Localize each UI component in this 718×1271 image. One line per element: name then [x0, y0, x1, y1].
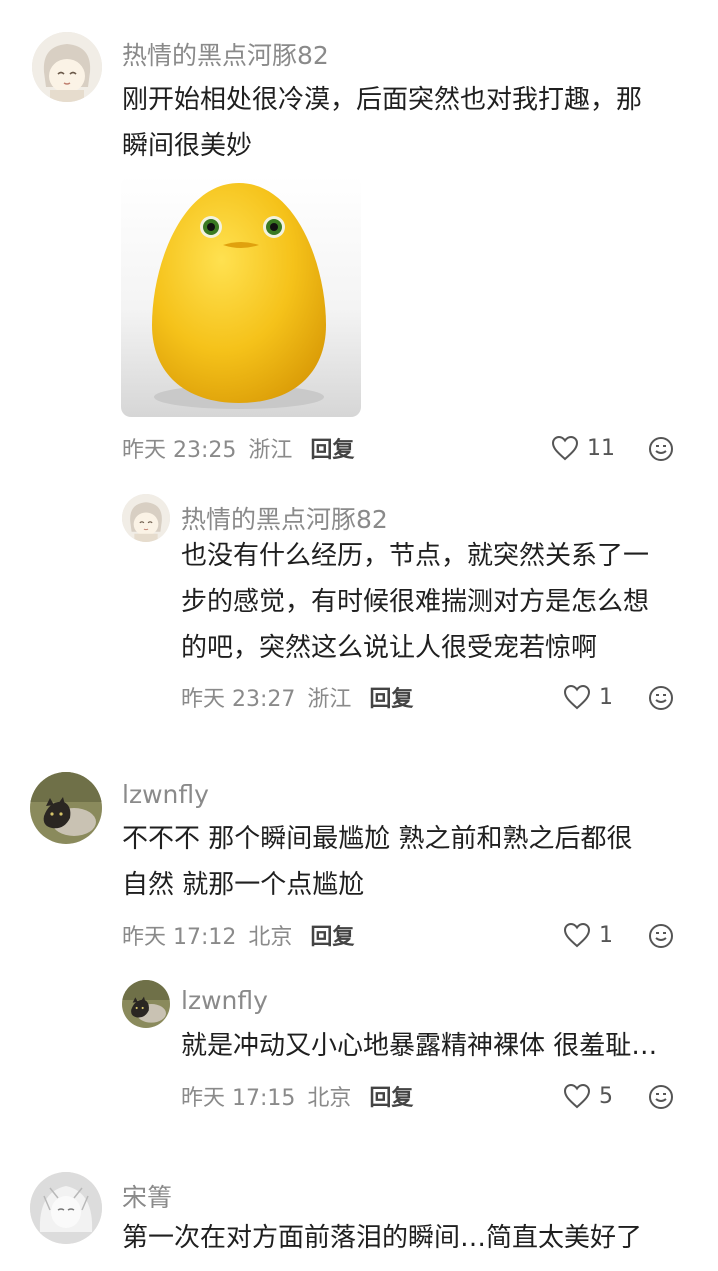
reply-text-line: 步的感觉，有时候很难揣测对方是怎么想 [181, 587, 650, 617]
reply-text: 也没有什么经历，节点，就突然关系了一 步的感觉，有时候很难揣测对方是怎么想 的吧… [181, 533, 701, 671]
avatar-image [32, 32, 102, 102]
heart-outline-icon [563, 922, 591, 948]
reply-text-line: 也没有什么经历，节点，就突然关系了一 [181, 541, 650, 571]
reply-button[interactable]: 回复 [310, 919, 354, 951]
username[interactable]: lzwnfly [122, 780, 209, 809]
like-count: 1 [599, 684, 613, 710]
username[interactable]: lzwnfly [181, 986, 268, 1015]
emoji-smile-icon [649, 1085, 673, 1109]
username[interactable]: 热情的黑点河豚82 [181, 500, 388, 536]
avatar[interactable] [30, 772, 102, 844]
username[interactable]: 热情的黑点河豚82 [122, 36, 329, 72]
emoji-smile-icon [649, 437, 673, 461]
comment-text: 刚开始相处很冷漠，后面突然也对我打趣，那 瞬间很美妙 [122, 77, 702, 169]
sticker-image[interactable] [121, 175, 361, 417]
reply-button[interactable]: 回复 [369, 1080, 413, 1112]
avatar-image [122, 494, 170, 542]
reply-button[interactable]: 回复 [369, 681, 413, 713]
like-button[interactable]: 1 [563, 682, 613, 712]
heart-outline-icon [551, 435, 579, 461]
like-button[interactable]: 1 [563, 920, 613, 950]
avatar-image [30, 1172, 102, 1244]
reply-location: 北京 [307, 1086, 352, 1111]
like-count: 1 [599, 922, 613, 948]
comment-text-line: 自然 就那一个点尴尬 [122, 870, 365, 900]
reply-time: 昨天 23:27 [181, 687, 296, 712]
comment-location: 北京 [248, 925, 293, 950]
like-count: 5 [599, 1083, 613, 1109]
like-button[interactable]: 11 [551, 433, 615, 463]
emoji-button[interactable] [648, 923, 674, 953]
comment-text: 第一次在对方面前落泪的瞬间…简直太美好了 [122, 1215, 712, 1261]
heart-outline-icon [563, 1083, 591, 1109]
yellow-egg-sticker [121, 175, 361, 417]
avatar[interactable] [30, 1172, 102, 1244]
comment-time: 昨天 23:25 [122, 438, 237, 463]
emoji-button[interactable] [648, 685, 674, 715]
comment-text: 不不不 那个瞬间最尴尬 熟之前和熟之后都很 自然 就那一个点尴尬 [122, 816, 702, 908]
emoji-smile-icon [649, 686, 673, 710]
heart-outline-icon [563, 684, 591, 710]
comment-location: 浙江 [248, 438, 293, 463]
emoji-button[interactable] [648, 436, 674, 466]
reply-meta: 昨天 17:15 北京 回复 [181, 1081, 413, 1111]
comment-meta: 昨天 17:12 北京 回复 [122, 920, 354, 950]
reply-button[interactable]: 回复 [310, 432, 354, 464]
like-count: 11 [587, 435, 615, 461]
avatar[interactable] [122, 494, 170, 542]
avatar-image [122, 980, 170, 1028]
avatar-image [30, 772, 102, 844]
emoji-smile-icon [649, 924, 673, 948]
reply-location: 浙江 [307, 687, 352, 712]
reply-text-line: 的吧，突然这么说让人很受宠若惊啊 [181, 633, 598, 663]
comment-meta: 昨天 23:25 浙江 回复 [122, 433, 354, 463]
reply-text: 就是冲动又小心地暴露精神裸体 很羞耻… [181, 1023, 701, 1069]
emoji-button[interactable] [648, 1084, 674, 1114]
username[interactable]: 宋箐 [122, 1178, 172, 1214]
avatar[interactable] [32, 32, 102, 102]
reply-text-line: 就是冲动又小心地暴露精神裸体 很羞耻… [181, 1031, 658, 1061]
reply-time: 昨天 17:15 [181, 1086, 296, 1111]
like-button[interactable]: 5 [563, 1081, 613, 1111]
comment-time: 昨天 17:12 [122, 925, 237, 950]
comment-text-line: 不不不 那个瞬间最尴尬 熟之前和熟之后都很 [122, 824, 633, 854]
avatar[interactable] [122, 980, 170, 1028]
reply-meta: 昨天 23:27 浙江 回复 [181, 682, 413, 712]
comment-text-line: 刚开始相处很冷漠，后面突然也对我打趣，那 [122, 85, 643, 115]
comment-text-line: 瞬间很美妙 [122, 131, 253, 161]
comment-text-line: 第一次在对方面前落泪的瞬间…简直太美好了 [122, 1223, 643, 1253]
